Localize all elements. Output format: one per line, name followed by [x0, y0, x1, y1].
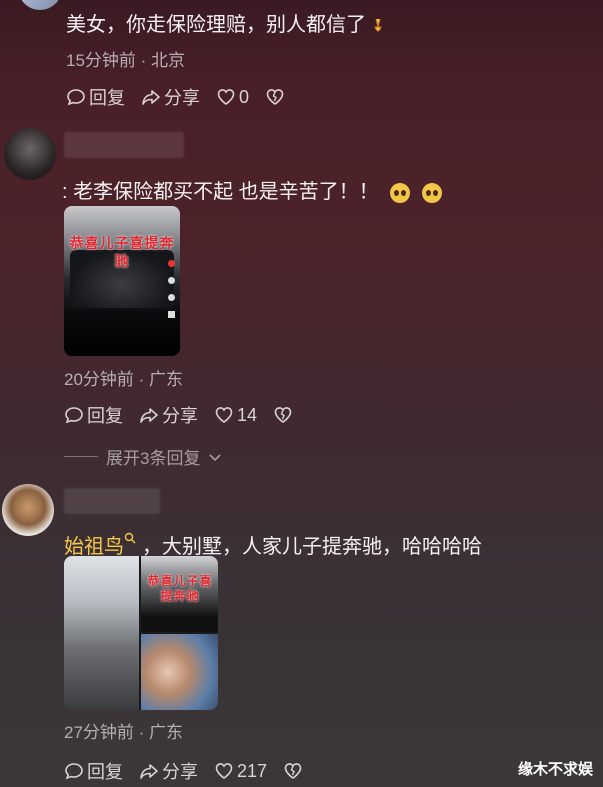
chevron-down-icon [209, 453, 222, 461]
heart-icon [217, 89, 235, 105]
broken-heart-icon [266, 89, 284, 105]
avatar[interactable] [18, 0, 62, 10]
image-caption: 恭喜儿子喜提奔驰 [69, 235, 175, 269]
comment-text: 始祖鸟 ，大别墅，人家儿子提奔驰，哈哈哈哈 [64, 530, 482, 559]
comment-meta: 20分钟前 · 广东 [64, 370, 184, 389]
comment-image[interactable]: 恭喜儿子喜提奔驰 [64, 556, 218, 710]
expand-replies-button[interactable]: 展开3条回复 [64, 444, 222, 469]
like-button[interactable]: 0 [216, 87, 249, 108]
heart-icon [215, 763, 233, 779]
share-icon [142, 90, 160, 105]
share-label: 分享 [162, 406, 198, 426]
selfie-photo [141, 634, 218, 710]
image-caption: 恭喜儿子喜提奔驰 [147, 574, 213, 603]
reply-label: 回复 [87, 762, 123, 782]
house-photo [64, 556, 139, 710]
share-label: 分享 [162, 762, 198, 782]
comment-actions: 回复 分享 217 [64, 758, 303, 784]
comment-text: 美女，你走保险理赔，别人都信了 [66, 8, 384, 37]
dislike-button[interactable] [283, 761, 303, 781]
comment-image[interactable]: 恭喜儿子喜提奔驰 [64, 206, 180, 356]
username-blurred[interactable] [64, 488, 160, 514]
mention-link[interactable]: 始祖鸟 [64, 536, 124, 558]
dislike-button[interactable] [273, 405, 293, 425]
share-button[interactable]: 分享 [141, 84, 200, 110]
watermark: 缘木不求娱 [517, 761, 593, 778]
side-icons [168, 260, 176, 318]
reply-button[interactable]: 回复 [64, 402, 123, 428]
reply-label: 回复 [89, 88, 125, 108]
avatar[interactable] [2, 484, 54, 536]
expand-replies-label: 展开3条回复 [106, 449, 201, 468]
like-count: 217 [237, 760, 268, 781]
comment-text: : 老李保险都买不起 也是辛苦了！！ [62, 175, 442, 204]
broken-heart-icon [284, 763, 302, 779]
share-button[interactable]: 分享 [139, 758, 198, 784]
reply-button[interactable]: 回复 [66, 84, 125, 110]
share-icon [140, 764, 158, 779]
comment-actions: 回复 分享 0 [66, 84, 285, 110]
comment-actions: 回复 分享 14 [64, 402, 293, 428]
like-count: 0 [239, 86, 250, 107]
avatar[interactable] [4, 128, 56, 180]
username-blurred[interactable] [64, 132, 184, 158]
divider [64, 456, 98, 457]
share-label: 分享 [164, 88, 200, 108]
share-icon [140, 408, 158, 423]
reply-icon [67, 89, 85, 106]
like-button[interactable]: 217 [214, 761, 267, 782]
reply-label: 回复 [87, 406, 123, 426]
reply-button[interactable]: 回复 [64, 758, 123, 784]
search-icon [124, 532, 136, 544]
comment-meta: 15分钟前 · 北京 [66, 51, 186, 70]
reply-icon [65, 763, 83, 780]
like-count: 14 [237, 404, 258, 425]
comment-meta: 27分钟前 · 广东 [64, 723, 184, 742]
reply-icon [65, 407, 83, 424]
pleading-face-icon [390, 182, 411, 203]
pleading-face-icon [421, 182, 442, 203]
broken-heart-icon [274, 407, 292, 423]
dislike-button[interactable] [265, 87, 285, 107]
share-button[interactable]: 分享 [139, 402, 198, 428]
like-button[interactable]: 14 [214, 405, 257, 426]
crossed-fingers-icon [372, 17, 384, 35]
heart-icon [215, 407, 233, 423]
